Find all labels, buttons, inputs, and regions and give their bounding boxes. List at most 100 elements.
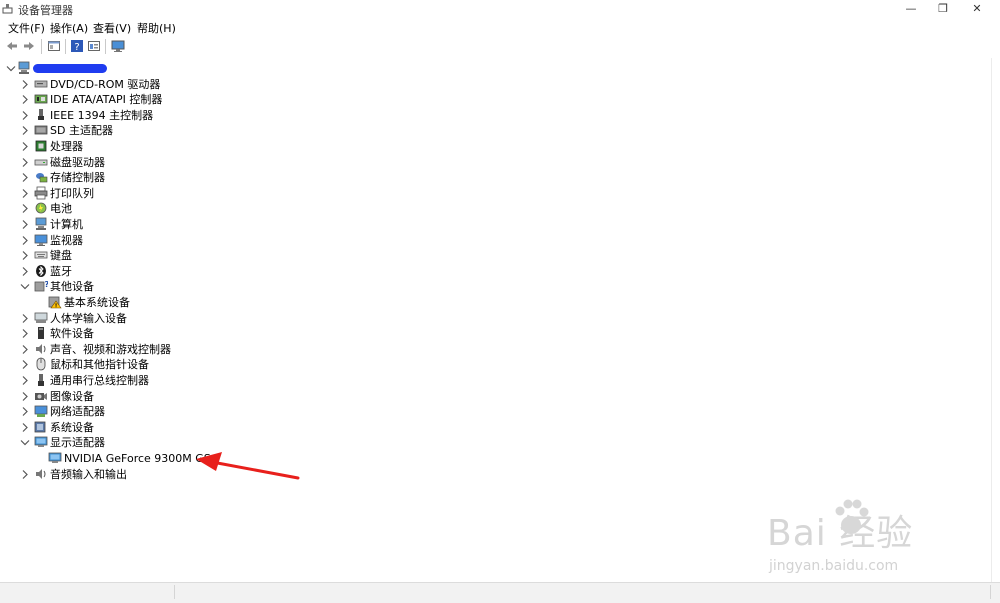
- monitor-icon: [34, 234, 48, 246]
- tree-item[interactable]: 图像设备: [0, 389, 980, 404]
- tree-item-label: 存储控制器: [50, 171, 105, 185]
- tree-item-label: 打印队列: [50, 186, 94, 200]
- tree-item[interactable]: 显示适配器: [0, 435, 980, 450]
- tree-item[interactable]: 网络适配器: [0, 404, 980, 419]
- forward-icon[interactable]: [22, 39, 36, 53]
- details-icon[interactable]: [87, 39, 101, 53]
- tree-item-label: 其他设备: [50, 280, 94, 294]
- redacted-computer-name: [33, 64, 107, 73]
- chevron-right-icon[interactable]: [20, 468, 30, 481]
- tree-item-label: IEEE 1394 主控制器: [50, 108, 154, 122]
- tree-item[interactable]: 计算机: [0, 217, 980, 232]
- tree-item[interactable]: 处理器: [0, 139, 980, 154]
- chevron-right-icon[interactable]: [20, 343, 30, 356]
- chevron-right-icon[interactable]: [20, 218, 30, 231]
- toolbar: ?: [0, 36, 1000, 59]
- vertical-scrollbar[interactable]: [991, 58, 1000, 582]
- tree-item[interactable]: IEEE 1394 主控制器: [0, 108, 980, 123]
- svg-text:?: ?: [74, 42, 79, 53]
- tree-child-label: 基本系统设备: [64, 296, 130, 309]
- tree-item[interactable]: 电池: [0, 201, 980, 216]
- tree-item-label: IDE ATA/ATAPI 控制器: [50, 93, 163, 107]
- tree-child-item[interactable]: 基本系统设备: [0, 295, 980, 310]
- chevron-right-icon[interactable]: [20, 93, 30, 106]
- tree-item-label: 电池: [50, 202, 72, 216]
- tree-child-item[interactable]: NVIDIA GeForce 9300M GS: [0, 451, 980, 466]
- watermark: Bai 经验 jingyan.baidu.com: [755, 490, 965, 580]
- chevron-right-icon[interactable]: [20, 156, 30, 169]
- camera-icon: [35, 392, 47, 400]
- chevron-right-icon[interactable]: [20, 249, 30, 262]
- disk-drive-icon: [34, 159, 48, 165]
- chevron-right-icon[interactable]: [20, 390, 30, 403]
- tree-item[interactable]: 音频输入和输出: [0, 467, 980, 482]
- title-bar: 设备管理器 — ❐ ✕: [0, 0, 1000, 17]
- minimize-icon: —: [905, 2, 917, 15]
- tree-item-label: 蓝牙: [50, 264, 72, 278]
- tree-item[interactable]: 系统设备: [0, 420, 980, 435]
- network-adapter-icon: [34, 405, 48, 418]
- chevron-right-icon[interactable]: [20, 358, 30, 371]
- chevron-right-icon[interactable]: [20, 374, 30, 387]
- tree-item[interactable]: 通用串行总线控制器: [0, 373, 980, 388]
- chevron-right-icon[interactable]: [20, 421, 30, 434]
- chevron-right-icon[interactable]: [20, 187, 30, 200]
- status-divider: [990, 585, 991, 599]
- close-button[interactable]: ✕: [962, 0, 992, 17]
- tree-root[interactable]: [0, 61, 980, 76]
- help-icon[interactable]: ?: [70, 39, 84, 53]
- tree-item[interactable]: 蓝牙: [0, 264, 980, 279]
- tree-item-label: 通用串行总线控制器: [50, 374, 149, 387]
- tree-item[interactable]: 磁盘驱动器: [0, 155, 980, 170]
- display-adapter-icon: [48, 452, 62, 463]
- chevron-right-icon[interactable]: [20, 109, 30, 122]
- restore-icon: ❐: [938, 2, 948, 15]
- tree-item[interactable]: 监视器: [0, 233, 980, 248]
- toolbar-separator: [105, 39, 106, 54]
- menu-help[interactable]: 帮助(H): [137, 20, 176, 36]
- tree-item[interactable]: IDE ATA/ATAPI 控制器: [0, 92, 980, 107]
- battery-icon: [35, 202, 47, 214]
- menu-action[interactable]: 操作(A): [50, 20, 88, 36]
- tree-item[interactable]: 声音、视频和游戏控制器: [0, 342, 980, 357]
- chevron-right-icon[interactable]: [20, 265, 30, 278]
- menu-file[interactable]: 文件(F): [8, 20, 45, 36]
- paw-icon: [835, 499, 869, 534]
- tree-item-label: 声音、视频和游戏控制器: [50, 342, 171, 356]
- menu-view[interactable]: 查看(V): [93, 20, 131, 36]
- tree-item[interactable]: 键盘: [0, 248, 980, 263]
- chevron-right-icon[interactable]: [20, 327, 30, 340]
- tree-item-label: 键盘: [50, 249, 72, 263]
- svg-text:?: ?: [45, 280, 49, 289]
- ieee1394-icon: [38, 108, 44, 120]
- minimize-button[interactable]: —: [896, 0, 926, 17]
- tree-item[interactable]: 人体学输入设备: [0, 311, 980, 326]
- back-icon[interactable]: [5, 39, 19, 53]
- tree-item[interactable]: 打印队列: [0, 186, 980, 201]
- restore-button[interactable]: ❐: [928, 0, 958, 17]
- tree-item[interactable]: DVD/CD-ROM 驱动器: [0, 77, 980, 92]
- chevron-right-icon[interactable]: [20, 312, 30, 325]
- chevron-right-icon[interactable]: [20, 171, 30, 184]
- properties-icon[interactable]: [47, 39, 61, 53]
- chevron-right-icon[interactable]: [20, 405, 30, 418]
- chevron-down-icon[interactable]: [20, 280, 30, 293]
- tree-item[interactable]: SD 主适配器: [0, 123, 980, 138]
- other-devices-icon: ?: [34, 280, 49, 292]
- chevron-right-icon[interactable]: [20, 202, 30, 215]
- storage-controller-icon: [36, 173, 48, 183]
- chevron-right-icon[interactable]: [20, 78, 30, 91]
- monitor-icon[interactable]: [111, 39, 125, 53]
- tree-item[interactable]: 鼠标和其他指针设备: [0, 357, 980, 372]
- chevron-right-icon[interactable]: [20, 140, 30, 153]
- chevron-right-icon[interactable]: [20, 234, 30, 247]
- tree-item-label: 鼠标和其他指针设备: [50, 358, 149, 372]
- tree-item[interactable]: 软件设备: [0, 326, 980, 341]
- chevron-down-icon[interactable]: [6, 62, 16, 75]
- tree-item-label: 磁盘驱动器: [50, 155, 105, 169]
- warning-device-icon: [48, 296, 62, 309]
- tree-item[interactable]: ?其他设备: [0, 279, 980, 294]
- chevron-down-icon[interactable]: [20, 436, 30, 449]
- tree-item[interactable]: 存储控制器: [0, 170, 980, 185]
- chevron-right-icon[interactable]: [20, 124, 30, 137]
